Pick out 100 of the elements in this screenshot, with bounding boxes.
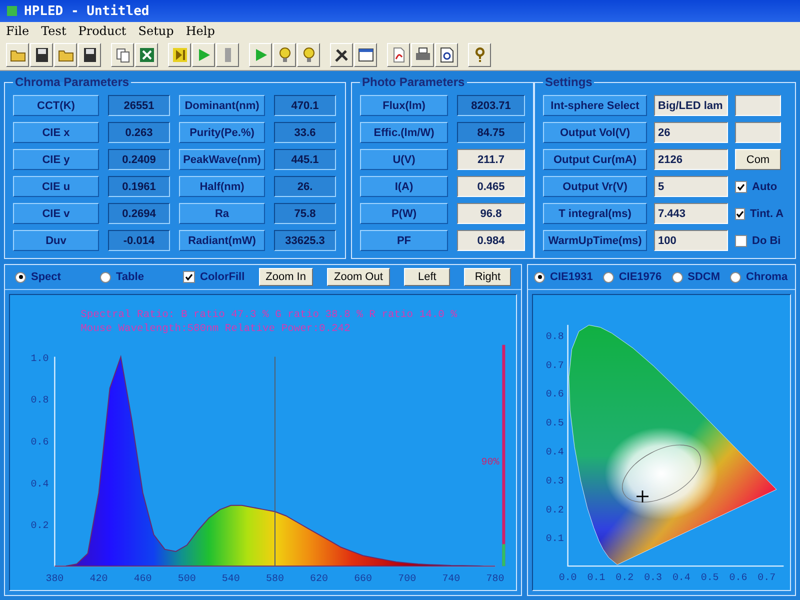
dropdown[interactable]: Big/LED lam (654, 95, 728, 116)
toolbar-button[interactable] (54, 43, 77, 67)
menu-item[interactable]: File (6, 24, 30, 38)
radio-option[interactable]: CIE1976 (602, 271, 662, 283)
parameter-label: Duv (13, 230, 99, 251)
parameter-label: Effic.(lm/W) (360, 122, 448, 143)
menu-item[interactable]: Test (41, 24, 66, 38)
tick-label: 660 (354, 573, 372, 584)
tick-label: 1.0 (30, 352, 49, 364)
radio-option[interactable]: SDCM (672, 271, 720, 283)
value-readout: 0.2409 (108, 149, 170, 170)
toolbar-button[interactable] (435, 43, 458, 67)
menu-item[interactable]: Setup (138, 24, 174, 38)
toolbar-button[interactable] (273, 43, 296, 67)
toolbar-button[interactable] (411, 43, 434, 67)
value-readout: 8203.71 (457, 95, 525, 116)
parameter-label: Radiant(mW) (179, 230, 265, 251)
print-preview-icon (438, 47, 454, 63)
tick-label: 0.2 (30, 520, 49, 532)
setting-label: Output Cur(mA) (543, 149, 647, 170)
chart-button[interactable]: Zoom In (258, 268, 313, 286)
parameter-label: CIE y (13, 149, 99, 170)
value-readout: 33625.3 (274, 230, 336, 251)
menu-item[interactable]: Help (186, 24, 215, 38)
lightbulb-icon (276, 47, 292, 63)
tick-label: 0.8 (30, 394, 49, 406)
radio-option[interactable]: Table (100, 271, 144, 283)
radio-option[interactable]: CIE1931 (534, 271, 593, 283)
parameter-label: Ra (179, 203, 265, 224)
toolbar-button[interactable] (168, 43, 191, 67)
setting-label: Int-sphere Select (543, 95, 647, 116)
tick-label: 460 (134, 573, 152, 584)
meter-reading: 90% (481, 456, 500, 468)
app-icon (6, 5, 18, 17)
toolbar-button[interactable] (330, 43, 353, 67)
chart-button[interactable]: Zoom Out (326, 268, 390, 286)
setting-label: Output Vol(V) (543, 122, 647, 143)
chart-button[interactable]: Right (464, 268, 511, 286)
crosshair-marker (636, 490, 650, 504)
command-button[interactable]: Com (735, 149, 781, 170)
radio-option[interactable]: Spect (15, 271, 61, 283)
window-icon (358, 47, 374, 63)
tick-label: 580 (266, 573, 284, 584)
tick-label: 0.0 (558, 572, 577, 584)
input-field[interactable]: 0.984 (457, 230, 525, 251)
tick-label: 0.7 (758, 572, 776, 584)
tick-label: 700 (398, 573, 416, 584)
group-title: Settings (544, 75, 594, 89)
checkbox[interactable]: Auto (735, 180, 781, 192)
tick-label: 0.6 (729, 572, 748, 584)
checkbox[interactable]: Tint. A (735, 208, 781, 220)
setting-label: T integral(ms) (543, 203, 647, 224)
lightbulb-icon (300, 47, 316, 63)
input-field[interactable]: 5 (654, 176, 728, 197)
parameter-label: Purity(Pe.%) (179, 122, 265, 143)
tick-label: 540 (222, 573, 240, 584)
radio-option[interactable]: Chroma (730, 271, 788, 283)
parameter-label: CCT(K) (13, 95, 99, 116)
toolbar-button[interactable] (6, 43, 29, 67)
input-field[interactable]: 2126 (654, 149, 728, 170)
tick-label: 0.6 (30, 436, 49, 448)
checkbox[interactable]: Do Bi (735, 234, 781, 246)
value-readout: -0.014 (108, 230, 170, 251)
tick-label: 780 (486, 573, 504, 584)
toolbar-button[interactable] (30, 43, 53, 67)
input-field[interactable]: 26 (654, 122, 728, 143)
toolbar-button[interactable] (468, 43, 491, 67)
parameter-label: U(V) (360, 149, 448, 170)
tick-label: 0.1 (587, 572, 606, 584)
checkbox[interactable]: ColorFill (183, 271, 245, 283)
spreadsheet-icon (138, 47, 154, 63)
input-field[interactable]: 100 (654, 230, 728, 251)
tick-label: 0.2 (616, 572, 634, 584)
chart-button[interactable]: Left (404, 268, 450, 286)
value-readout: 75.8 (274, 203, 336, 224)
toolbar-button[interactable] (297, 43, 320, 67)
input-field[interactable]: 0.465 (457, 176, 525, 197)
value-readout: 445.1 (274, 149, 336, 170)
toolbar-button[interactable] (354, 43, 377, 67)
tick-label: 380 (46, 573, 64, 584)
input-field[interactable] (735, 122, 781, 143)
input-field[interactable]: 96.8 (457, 203, 525, 224)
input-field[interactable] (735, 95, 781, 116)
input-field[interactable]: 211.7 (457, 149, 525, 170)
menu-item[interactable]: Product (78, 24, 126, 38)
toolbar-button[interactable] (78, 43, 101, 67)
parameter-label: P(W) (360, 203, 448, 224)
value-readout: 0.2694 (108, 203, 170, 224)
tick-label: 0.6 (546, 388, 564, 400)
input-field[interactable]: 7.443 (654, 203, 728, 224)
setting-label: WarmUpTime(ms) (543, 230, 647, 251)
copy-icon (114, 47, 130, 63)
tick-label: 0.4 (30, 478, 49, 490)
printer-icon (414, 47, 430, 63)
value-readout: 0.1961 (108, 176, 170, 197)
parameter-label: Half(nm) (179, 176, 265, 197)
parameter-label: Dominant(nm) (179, 95, 265, 116)
value-readout: 0.263 (108, 122, 170, 143)
tick-label: 0.8 (546, 330, 564, 342)
toolbar-button[interactable] (111, 43, 134, 67)
